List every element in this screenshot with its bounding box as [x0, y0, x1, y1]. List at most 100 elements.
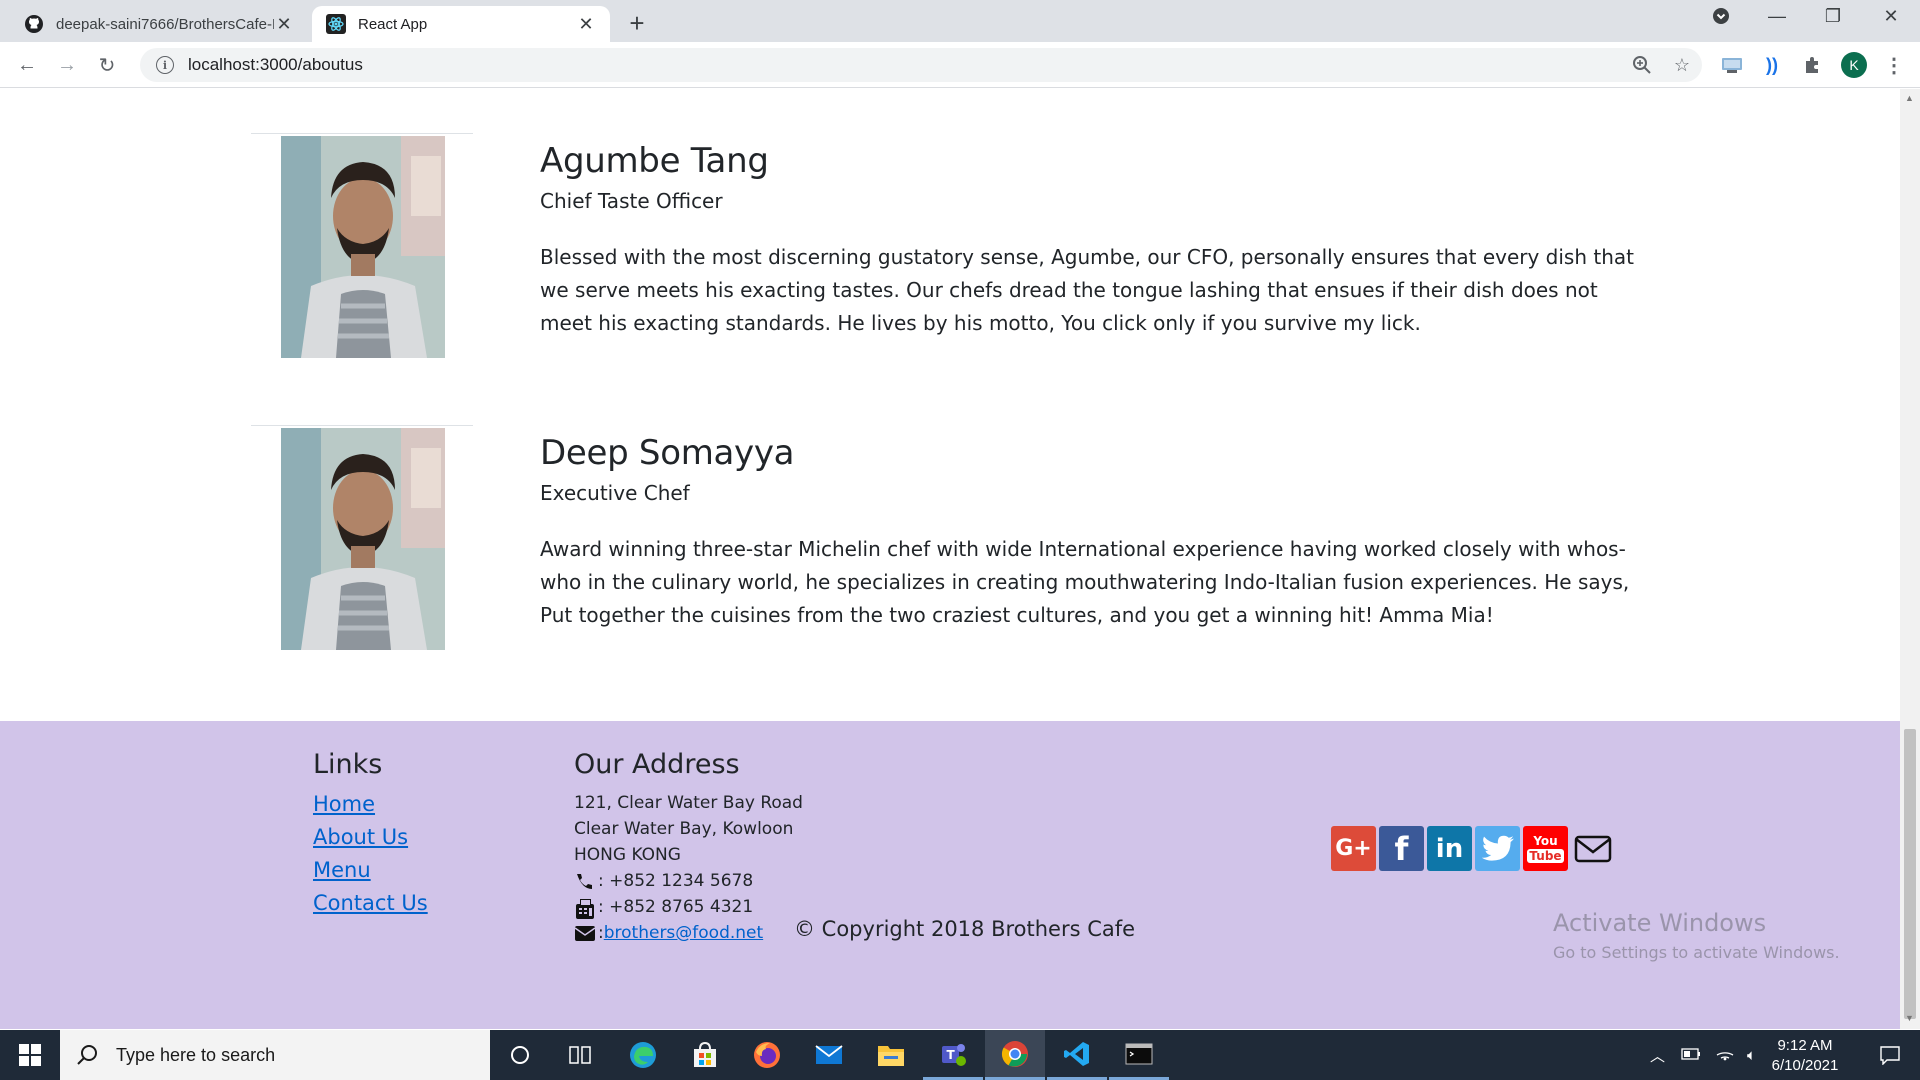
- taskbar-search-box[interactable]: Type here to search: [60, 1030, 490, 1080]
- show-hidden-icons-chevron-icon[interactable]: ︿: [1650, 1045, 1665, 1066]
- twitter-icon[interactable]: [1475, 826, 1520, 871]
- bookmark-star-icon[interactable]: ☆: [1668, 51, 1696, 79]
- search-placeholder: Type here to search: [116, 1044, 276, 1065]
- forward-arrow-icon[interactable]: →: [52, 50, 82, 80]
- scroll-up-arrow-icon[interactable]: ▲: [1905, 93, 1914, 103]
- browser-tab-react-app[interactable]: React App ✕: [312, 6, 610, 42]
- extensions-puzzle-icon[interactable]: [1798, 51, 1826, 79]
- phone-icon: [574, 872, 596, 890]
- restore-icon[interactable]: ❐: [1818, 6, 1848, 27]
- email-row: : brothers@food.net: [574, 920, 803, 946]
- scroll-down-arrow-icon[interactable]: ▼: [1905, 1013, 1914, 1023]
- youtube-icon[interactable]: You Tube: [1523, 826, 1568, 871]
- terminal-icon[interactable]: [1109, 1030, 1169, 1080]
- footer-address: Our Address 121, Clear Water Bay Road Cl…: [574, 749, 803, 946]
- leader-image-column: [251, 425, 473, 655]
- address-line: 121, Clear Water Bay Road: [574, 793, 803, 813]
- footer-link-menu[interactable]: Menu: [313, 858, 371, 882]
- firefox-icon[interactable]: [737, 1030, 797, 1080]
- footer-links: Links Home About Us Menu Contact Us: [313, 749, 428, 920]
- phone-number: : +852 1234 5678: [598, 871, 754, 891]
- file-explorer-icon[interactable]: [861, 1030, 921, 1080]
- leader-photo: [281, 428, 445, 650]
- mail-app-icon[interactable]: [799, 1030, 859, 1080]
- leader-media-deep: Deep Somayya Executive Chef Award winnin…: [251, 425, 1651, 665]
- page-scrollbar[interactable]: ▲ ▼: [1900, 89, 1920, 1029]
- clock-time: 9:12 AM: [1777, 1037, 1833, 1054]
- address-heading: Our Address: [574, 749, 740, 780]
- facebook-icon[interactable]: f: [1379, 826, 1424, 871]
- scrollbar-thumb[interactable]: [1904, 729, 1916, 1019]
- reload-icon[interactable]: ↻: [92, 50, 122, 80]
- leader-photo: [281, 136, 445, 358]
- leader-name: Agumbe Tang: [540, 141, 769, 181]
- url-text: localhost:3000/aboutus: [188, 55, 363, 74]
- fax-number: : +852 8765 4321: [598, 897, 754, 917]
- browser-menu-icon[interactable]: ⋮: [1880, 51, 1908, 79]
- leader-description: Award winning three-star Michelin chef w…: [540, 537, 1630, 627]
- store-icon[interactable]: [675, 1030, 735, 1080]
- leader-image-column: [251, 133, 473, 363]
- footer-link-list: Home About Us Menu Contact Us: [313, 788, 428, 920]
- google-plus-icon[interactable]: G+: [1331, 826, 1376, 871]
- envelope-icon: [574, 924, 596, 942]
- activate-windows-watermark: Activate Windows Go to Settings to activ…: [1553, 909, 1840, 962]
- new-tab-plus-icon[interactable]: +: [622, 8, 652, 39]
- task-view-icon[interactable]: [550, 1030, 610, 1080]
- leader-designation: Chief Taste Officer: [540, 189, 723, 213]
- close-tab-icon[interactable]: ✕: [274, 14, 294, 35]
- svg-text:T: T: [947, 1048, 956, 1062]
- leader-media-agumbe: Agumbe Tang Chief Taste Officer Blessed …: [251, 133, 1651, 373]
- volume-icon[interactable]: 🔈︎: [1747, 1047, 1756, 1064]
- chrome-icon[interactable]: [985, 1030, 1045, 1080]
- back-arrow-icon[interactable]: ←: [12, 50, 42, 80]
- action-center-notification-icon[interactable]: [1860, 1030, 1920, 1080]
- system-tray: ︿ 🔈︎: [1650, 1030, 1756, 1080]
- footer-link-home[interactable]: Home: [313, 792, 375, 816]
- window-close-icon[interactable]: ✕: [1876, 6, 1906, 27]
- vscode-icon[interactable]: [1047, 1030, 1107, 1080]
- browser-tab-github[interactable]: deepak-saini7666/BrothersCafe-ReactApp ✕: [10, 6, 308, 42]
- profile-avatar[interactable]: K: [1841, 52, 1867, 78]
- watermark-subtitle: Go to Settings to activate Windows.: [1553, 943, 1840, 962]
- fax-row: : +852 8765 4321: [574, 894, 803, 920]
- extension-screen-icon[interactable]: [1718, 51, 1746, 79]
- clock-date: 6/10/2021: [1771, 1057, 1839, 1074]
- address-bar[interactable]: i localhost:3000/aboutus: [140, 48, 1702, 82]
- zoom-icon[interactable]: [1628, 51, 1656, 79]
- footer-link-aboutus[interactable]: About Us: [313, 825, 408, 849]
- react-icon: [326, 14, 346, 34]
- copyright-text: © Copyright 2018 Brothers Cafe: [794, 917, 1136, 941]
- extension-audio-icon[interactable]: )): [1758, 51, 1786, 79]
- footer-link-contactus[interactable]: Contact Us: [313, 891, 428, 915]
- fax-icon: [574, 898, 596, 919]
- watermark-title: Activate Windows: [1553, 909, 1767, 937]
- teams-icon[interactable]: T: [923, 1030, 983, 1080]
- windows-start-icon[interactable]: [0, 1030, 60, 1080]
- social-links: G+ f in You Tube: [1331, 826, 1615, 871]
- address-block: 121, Clear Water Bay Road Clear Water Ba…: [574, 790, 803, 946]
- email-link[interactable]: brothers@food.net: [604, 920, 763, 946]
- minimize-icon[interactable]: —: [1762, 6, 1792, 27]
- browser-tab-strip: deepak-saini7666/BrothersCafe-ReactApp ✕…: [0, 0, 1920, 42]
- site-footer: Links Home About Us Menu Contact Us Our …: [0, 721, 1900, 1029]
- windows-taskbar: Type here to search T ︿ 🔈︎ 9:12 AM 6/10/…: [0, 1030, 1920, 1080]
- site-info-icon[interactable]: i: [156, 56, 174, 74]
- tab-search-icon[interactable]: [1706, 6, 1736, 31]
- address-line: HONG KONG: [574, 845, 681, 865]
- wifi-icon[interactable]: [1715, 1045, 1735, 1065]
- leader-name: Deep Somayya: [540, 433, 795, 473]
- close-tab-icon[interactable]: ✕: [576, 14, 596, 35]
- search-icon: [77, 1045, 97, 1065]
- links-heading: Links: [313, 749, 383, 780]
- taskbar-clock[interactable]: 9:12 AM 6/10/2021: [1760, 1036, 1850, 1076]
- leader-description: Blessed with the most discerning gustato…: [540, 245, 1634, 335]
- phone-row: : +852 1234 5678: [574, 868, 803, 894]
- battery-icon[interactable]: [1681, 1047, 1701, 1064]
- leader-designation: Executive Chef: [540, 481, 690, 505]
- edge-icon[interactable]: [613, 1030, 673, 1080]
- github-icon: [24, 14, 44, 34]
- mail-icon[interactable]: [1571, 826, 1615, 871]
- linkedin-icon[interactable]: in: [1427, 826, 1472, 871]
- cortana-icon[interactable]: [490, 1030, 550, 1080]
